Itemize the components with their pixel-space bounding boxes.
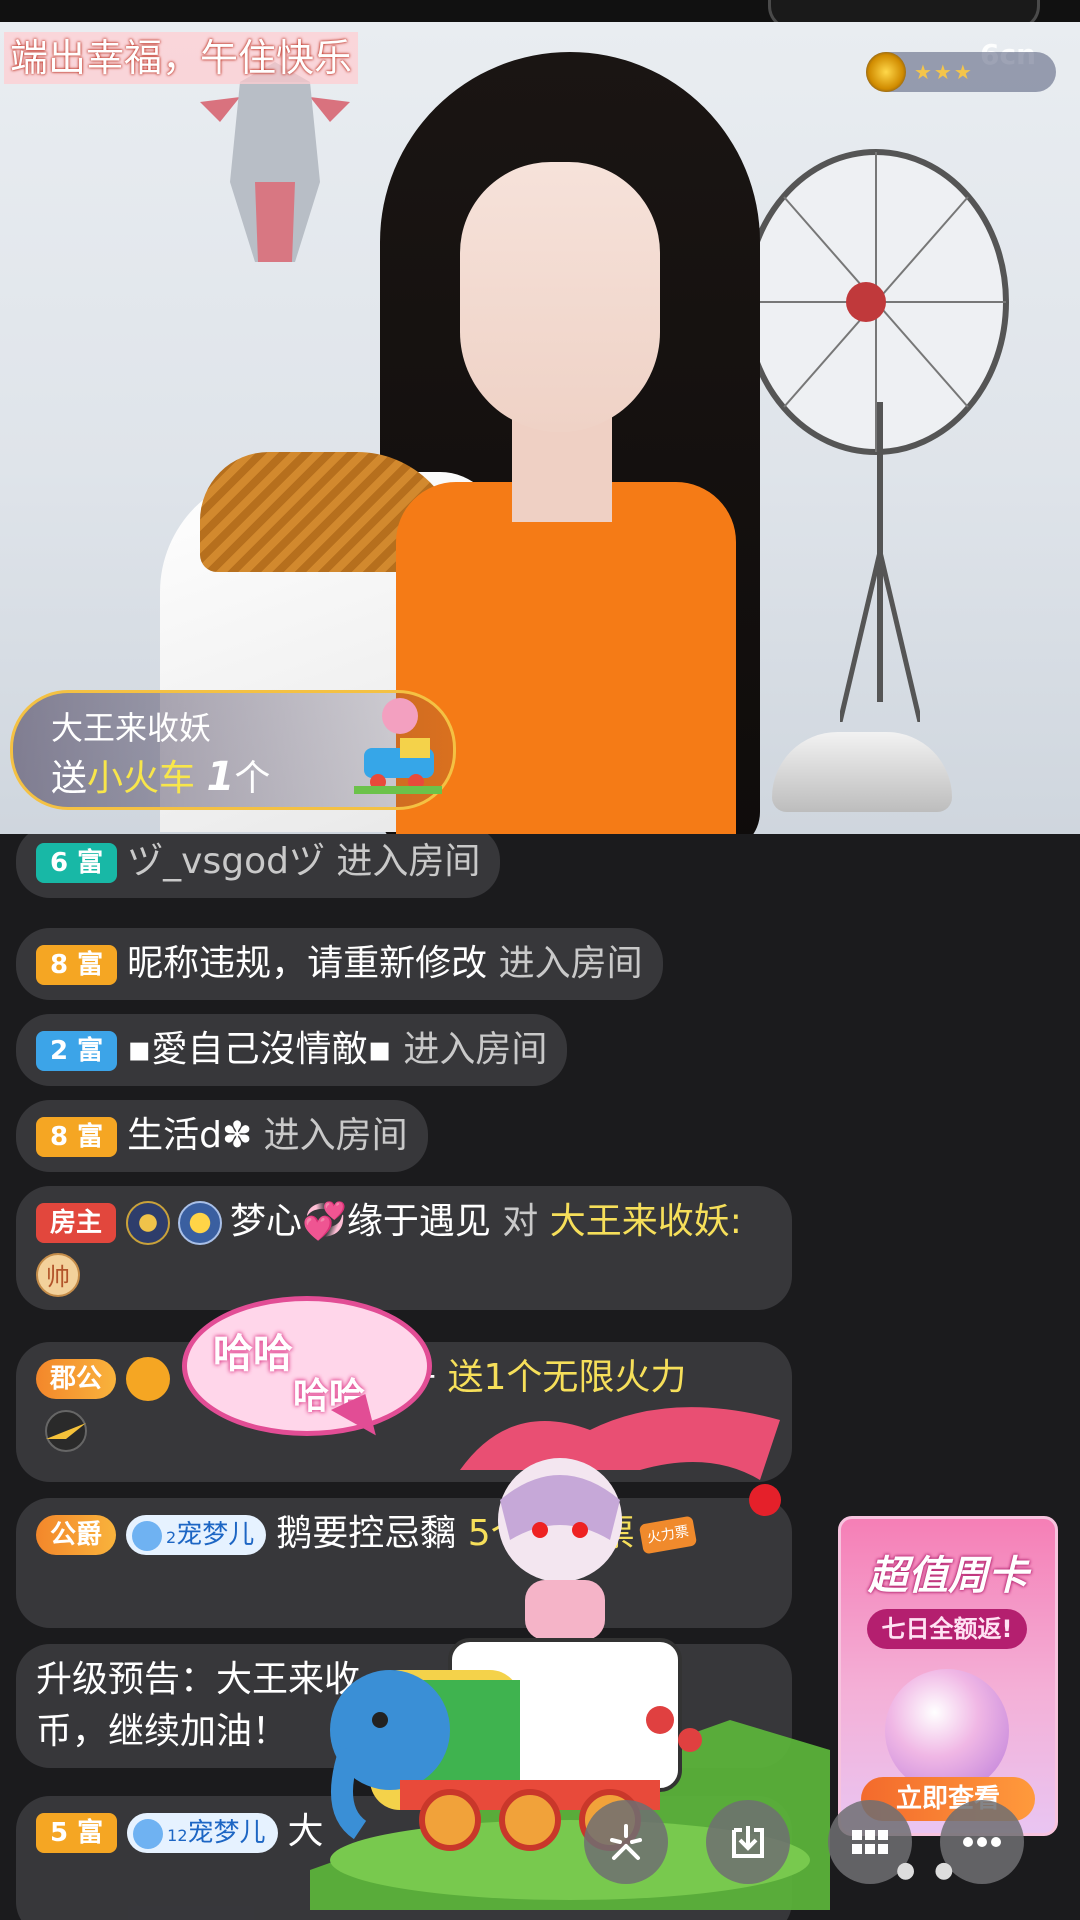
chat-action: 进入房间	[498, 943, 643, 984]
rank-badge: 公爵	[36, 1515, 117, 1555]
chat-connector: 对	[502, 1201, 539, 1242]
train-gift-icon	[354, 698, 442, 794]
grid-icon	[852, 1830, 888, 1854]
fan-club-chip[interactable]: 2宠梦儿	[126, 1515, 267, 1555]
fan-club-chip[interactable]: 12宠梦儿	[127, 1813, 278, 1853]
lamp-stand	[840, 402, 920, 722]
fan-level: 2	[166, 1528, 177, 1547]
chat-action: 进入房间	[403, 1029, 548, 1070]
chat-message: 房主 梦心💞缘于遇见 对 大王来收妖: 帅	[16, 1186, 792, 1310]
chat-user[interactable]: ▪愛自己沒情敵▪	[127, 1029, 392, 1070]
shuai-chess-icon: 帅	[36, 1253, 80, 1297]
share-icon	[610, 1824, 642, 1860]
gift-unit: 个	[234, 758, 271, 799]
diamond-level-icon	[178, 1201, 223, 1245]
share-button[interactable]	[584, 1800, 668, 1884]
anchor-level-badge[interactable]: ★★★	[866, 52, 1056, 92]
haha-line-1: 哈哈	[213, 1331, 293, 1377]
download-icon	[732, 1826, 764, 1858]
deer-head-decoration	[200, 62, 350, 262]
wealth-badge: 2 富	[36, 1031, 118, 1071]
wealth-badge: 6 富	[36, 843, 118, 883]
fan-name: 宠梦儿	[187, 1818, 266, 1848]
stream-title: 端出幸福，午住快乐	[4, 32, 359, 84]
promo-title: 超值周卡	[868, 1553, 1028, 1599]
chat-message: 6 富ヅ_vsgodヅ 进入房间	[16, 834, 501, 898]
more-icon	[963, 1837, 1001, 1847]
crystal-orb-icon	[885, 1669, 1009, 1793]
gift-sender: 大王来收妖	[51, 709, 212, 747]
chat-user[interactable]: 昵称违规，请重新修改	[127, 943, 487, 984]
medal-icon	[126, 1201, 171, 1245]
wealth-badge: 5 富	[36, 1813, 118, 1853]
chat-user[interactable]: ヅ_vsgodヅ	[127, 841, 325, 882]
microphone	[772, 732, 952, 812]
fan-heart-icon	[132, 1520, 163, 1551]
gift-count: 1	[206, 754, 235, 800]
chat-user[interactable]: 生活d✽	[127, 1115, 252, 1156]
chat-message: 8 富昵称违规，请重新修改 进入房间	[16, 928, 663, 1000]
live-video[interactable]: 端出幸福，午住快乐 6cn ★★★ 大王来收妖 送小火车 1个	[0, 22, 1080, 834]
wealth-badge: 8 富	[36, 945, 118, 985]
diamond-icon	[866, 52, 906, 92]
gift-prefix: 送	[51, 758, 88, 799]
fan-heart-icon	[133, 1818, 164, 1849]
streamer-face	[460, 162, 660, 432]
fan-level: 12	[167, 1826, 188, 1845]
stars-icon: ★★★	[914, 60, 974, 84]
firepower-gift-icon	[45, 1410, 87, 1452]
system-line-2: 币，继续加油！	[36, 1711, 289, 1752]
chat-action: 进入房间	[336, 841, 481, 882]
fan-name: 宠梦儿	[176, 1520, 255, 1550]
download-button[interactable]	[706, 1800, 790, 1884]
chat-user[interactable]: 梦心💞缘于遇见	[230, 1201, 491, 1242]
chat-action: 进入房间	[263, 1115, 408, 1156]
wealth-badge: 8 富	[36, 1117, 118, 1157]
rank-badge: 郡公	[36, 1359, 117, 1399]
chat-message: 8 富生活d✽ 进入房间	[16, 1100, 428, 1172]
promo-subtitle: 七日全额返!	[867, 1609, 1027, 1649]
weekly-card-promo[interactable]: 超值周卡 七日全额返! 立即查看	[838, 1516, 1058, 1836]
gift-name: 小火车	[87, 758, 196, 799]
chat-target[interactable]: 大王来收妖:	[550, 1201, 742, 1242]
owner-badge: 房主	[36, 1203, 117, 1243]
pager-dots: ● ●	[896, 1858, 960, 1883]
chat-message: 2 富 ▪愛自己沒情敵▪ 进入房间	[16, 1014, 568, 1086]
fan-heart-icon	[126, 1357, 171, 1401]
gift-line: 送小火车 1个	[51, 749, 270, 801]
